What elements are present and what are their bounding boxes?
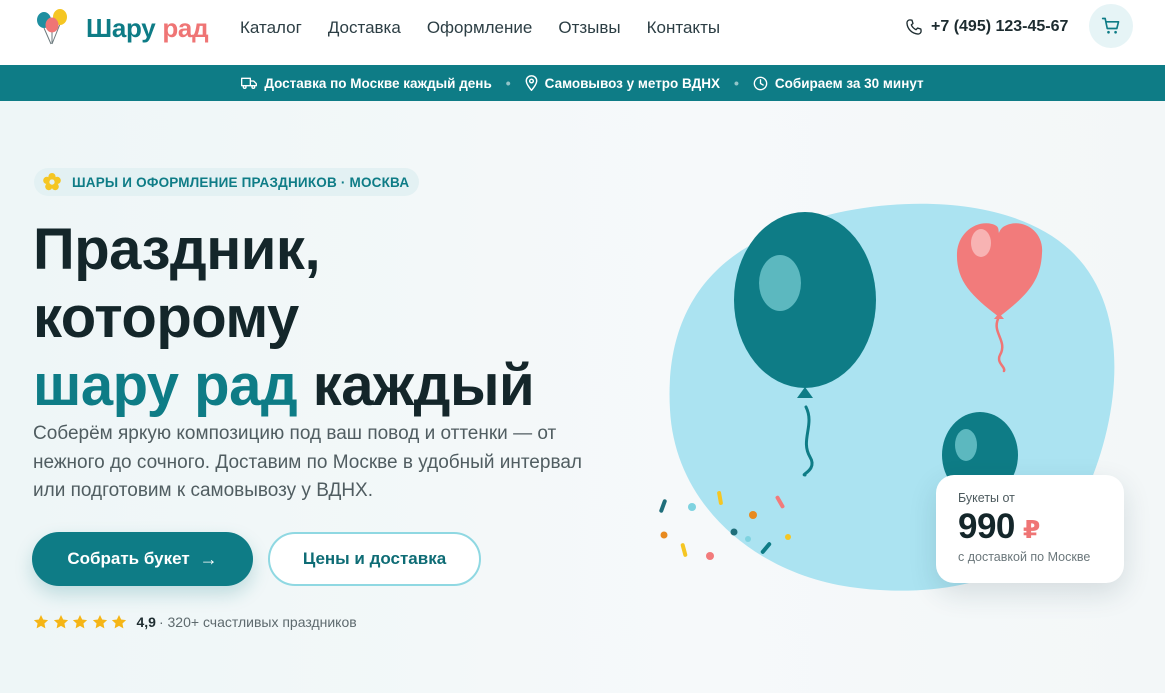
brand-name-part2: рад xyxy=(162,12,209,43)
star-icon xyxy=(33,614,49,629)
phone-link[interactable]: +7 (495) 123-45-67 xyxy=(905,16,1068,38)
star-icon xyxy=(111,614,127,629)
headline-line1: Праздник, xyxy=(33,217,321,282)
phone-icon xyxy=(906,19,922,35)
nav-item-delivery[interactable]: Доставка xyxy=(328,17,401,39)
price-row: 990 ₽ xyxy=(958,507,1124,547)
info-item-delivery: Доставка по Москве каждый день xyxy=(241,75,492,91)
truck-icon xyxy=(241,77,258,89)
price-caption: Букеты от xyxy=(958,491,1015,505)
arrow-right-icon: → xyxy=(199,548,218,569)
brand-name: Шару рад xyxy=(86,12,209,44)
rating-text: · 320+ счастливых праздников xyxy=(158,614,357,630)
info-bar: Доставка по Москве каждый день • Самовыв… xyxy=(0,65,1165,101)
headline-line3-rest: каждый xyxy=(297,353,535,418)
price-note: с доставкой по Москве xyxy=(958,550,1091,564)
nav-item-catalog[interactable]: Каталог xyxy=(240,17,302,39)
location-pin-icon xyxy=(525,75,538,91)
star-icon xyxy=(72,614,88,629)
prices-delivery-button[interactable]: Цены и доставка xyxy=(268,532,481,586)
hero-tagline-text: ШАРЫ И ОФОРМЛЕНИЕ ПРАЗДНИКОВ · МОСКВА xyxy=(72,174,410,190)
site-header: Шару рад Каталог Доставка Оформление Отз… xyxy=(0,0,1165,65)
build-bouquet-label: Собрать букет xyxy=(67,549,190,568)
phone-number: +7 (495) 123-45-67 xyxy=(931,18,1069,35)
balloons-logo-icon xyxy=(34,8,72,48)
prices-delivery-label: Цены и доставка xyxy=(302,549,447,568)
info-item-pickup: Самовывоз у метро ВДНХ xyxy=(525,75,720,91)
info-delivery-label: Доставка по Москве каждый день xyxy=(264,75,492,91)
nav-item-decoration[interactable]: Оформление xyxy=(427,17,533,39)
info-pickup-label: Самовывоз у метро ВДНХ xyxy=(544,75,720,91)
headline-line2: которому xyxy=(33,285,299,350)
price-card: Букеты от 990 ₽ с доставкой по Москве xyxy=(936,475,1124,583)
info-separator: • xyxy=(505,75,511,91)
rating-value: 4,9 xyxy=(136,614,156,630)
star-icon xyxy=(92,614,107,629)
headline-accent: шару рад xyxy=(33,353,298,418)
info-assembly-label: Собираем за 30 минут xyxy=(774,75,924,91)
logo[interactable]: Шару рад xyxy=(34,8,209,48)
info-item-assembly: Собираем за 30 минут xyxy=(753,76,924,91)
flower-icon xyxy=(43,173,61,191)
nav-item-contacts[interactable]: Контакты xyxy=(647,17,720,39)
ruble-sign: ₽ xyxy=(1022,516,1041,544)
cart-icon xyxy=(1101,17,1120,34)
nav-item-reviews[interactable]: Отзывы xyxy=(558,17,620,39)
build-bouquet-button[interactable]: Собрать букет → xyxy=(32,532,253,586)
rating: 4,9 · 320+ счастливых праздников xyxy=(33,612,357,632)
cart-button[interactable] xyxy=(1089,4,1133,48)
rating-stars xyxy=(33,614,131,630)
brand-name-part1: Шару xyxy=(86,12,156,43)
info-separator: • xyxy=(734,75,739,91)
hero-tagline: ШАРЫ И ОФОРМЛЕНИЕ ПРАЗДНИКОВ · МОСКВА xyxy=(34,168,420,196)
star-icon xyxy=(53,614,68,629)
clock-icon xyxy=(753,76,768,90)
hero-lead: Соберём яркую композицию под ваш повод и… xyxy=(33,423,582,501)
price-value: 990 xyxy=(958,507,1015,546)
hero-headline: Праздник, которому шару рад каждый xyxy=(33,216,633,420)
main-nav: Каталог Доставка Оформление Отзывы Конта… xyxy=(240,17,746,39)
